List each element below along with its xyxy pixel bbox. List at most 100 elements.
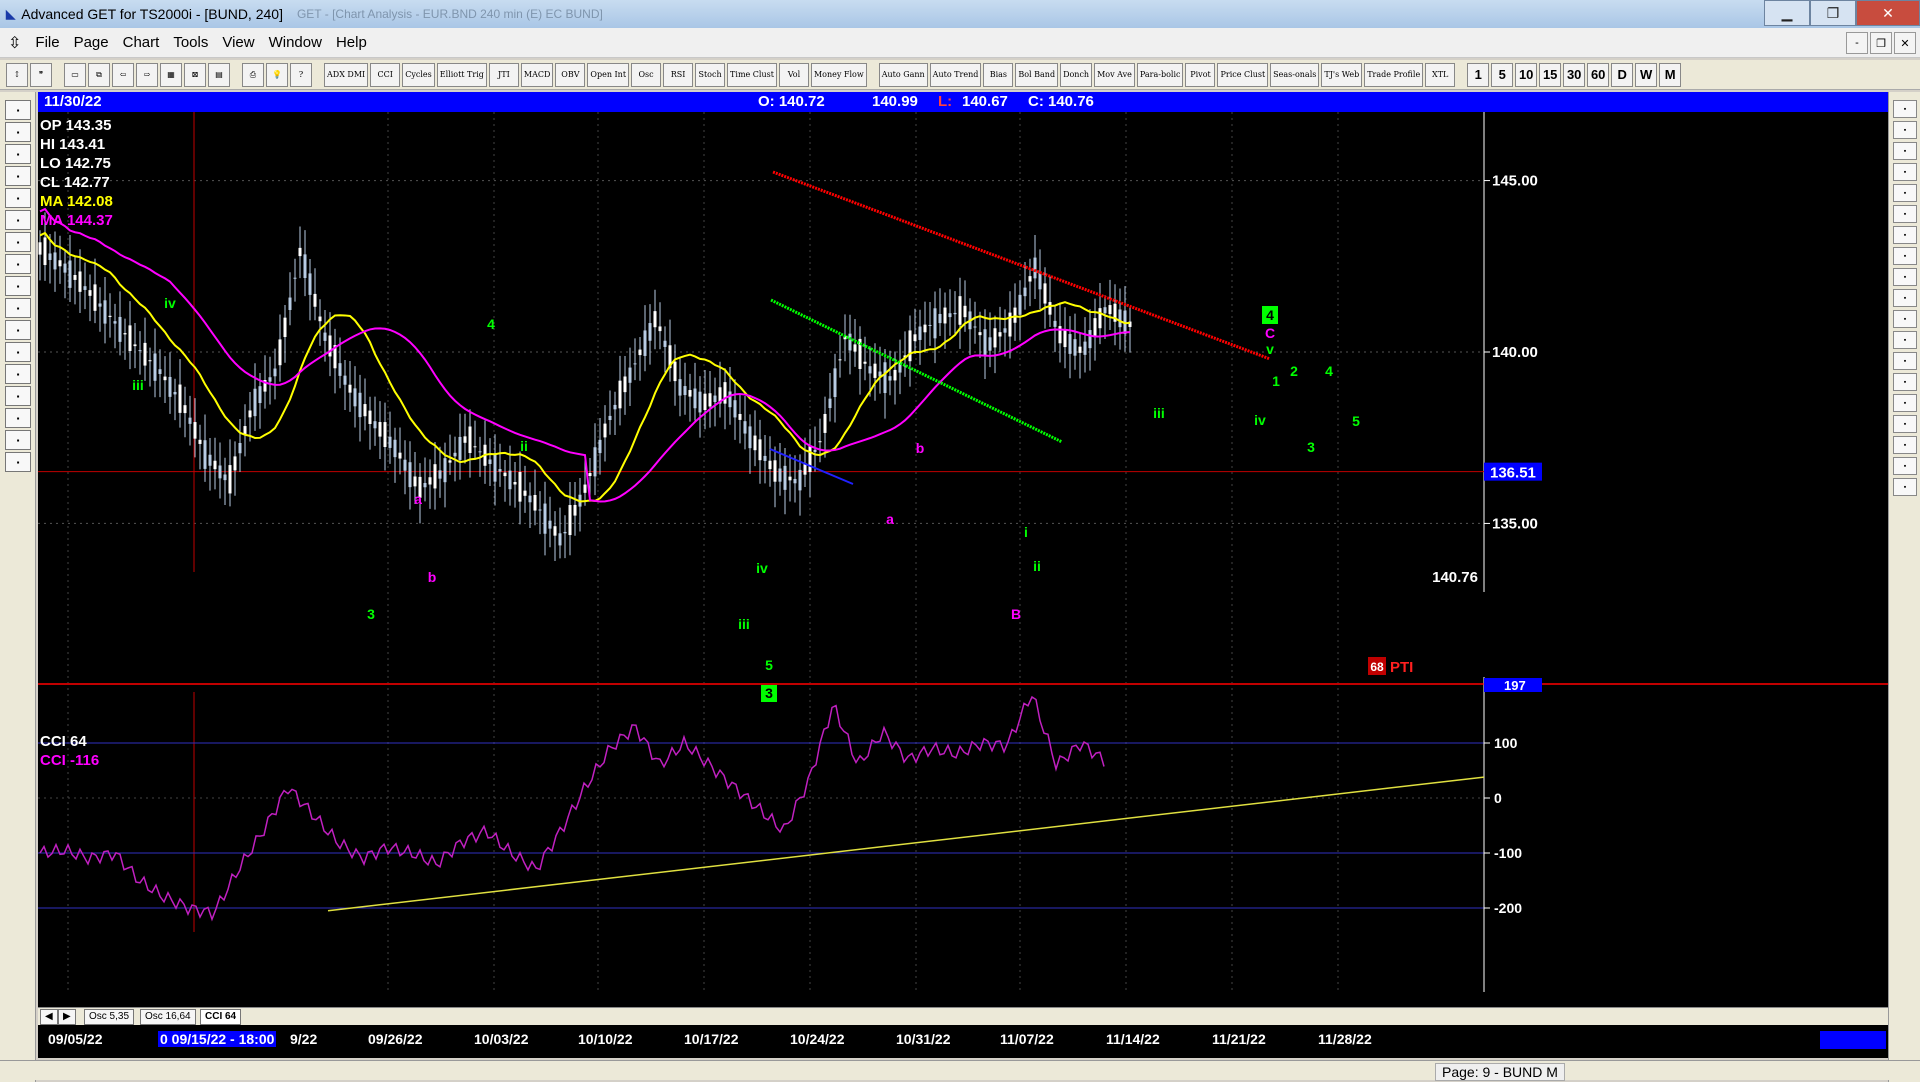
bulb-icon[interactable]: 💡	[266, 62, 288, 87]
study-rsi-button[interactable]: RSI	[663, 62, 694, 87]
layout-icon[interactable]: ▤	[208, 62, 230, 87]
period-30-button[interactable]: 30	[1563, 62, 1586, 87]
right-icon[interactable]: ▪	[5, 276, 31, 296]
fib-time-icon[interactable]: ▪	[1893, 205, 1917, 223]
pencil-icon[interactable]: ▪	[1893, 121, 1917, 139]
tab-osc-16-64[interactable]: Osc 16,64	[140, 1009, 196, 1025]
price-chart[interactable]: 145.00140.00135.00136.51140.76iviii4iiab…	[38, 112, 1888, 1058]
undo-icon[interactable]: ▪	[1893, 478, 1917, 496]
tab-scroll-left[interactable]: ◀	[40, 1009, 58, 1025]
crosshair-icon[interactable]: ▪	[1893, 100, 1917, 118]
new-icon[interactable]: ▭	[64, 62, 86, 87]
menu-chart[interactable]: Chart	[123, 34, 160, 51]
study-icon[interactable]: ▪	[5, 166, 31, 186]
maximize-button[interactable]: ❐	[1810, 0, 1856, 26]
period-d-button[interactable]: D	[1611, 62, 1634, 87]
circle-icon[interactable]: ▪	[1893, 226, 1917, 244]
ruler-icon[interactable]: ▪	[1893, 457, 1917, 475]
reset-icon[interactable]: ▪	[5, 144, 31, 164]
study-osc-button[interactable]: Osc	[631, 62, 662, 87]
pti-icon[interactable]: ▪	[1893, 331, 1917, 349]
period-15-button[interactable]: 15	[1539, 62, 1562, 87]
tool-mov-ave-button[interactable]: Mov Ave	[1094, 62, 1135, 87]
open-icon[interactable]: ▪	[5, 100, 31, 120]
delete-icon[interactable]: ⊠	[184, 62, 206, 87]
print-icon[interactable]: ▪	[5, 452, 31, 472]
menu-icon[interactable]: ⇳	[8, 33, 21, 53]
mdi-minimize-button[interactable]: -	[1846, 32, 1868, 54]
study-open-int-button[interactable]: Open Int	[587, 62, 630, 87]
menu-view[interactable]: View	[222, 34, 254, 51]
auto-icon[interactable]: ▪	[5, 122, 31, 142]
channel-icon[interactable]: ▪	[1893, 310, 1917, 328]
study-cci-button[interactable]: CCI	[370, 62, 401, 87]
mob-icon[interactable]: ▪	[1893, 373, 1917, 391]
down-icon[interactable]: ▪	[5, 232, 31, 252]
period-10-button[interactable]: 10	[1515, 62, 1538, 87]
period-w-button[interactable]: W	[1635, 62, 1658, 87]
grid-icon[interactable]: ▪	[5, 342, 31, 362]
period-1-button[interactable]: 1	[1467, 62, 1490, 87]
period-m-button[interactable]: M	[1659, 62, 1682, 87]
tool-donch-button[interactable]: Donch	[1060, 62, 1093, 87]
study-elliott-trig-button[interactable]: Elliott Trig	[436, 62, 487, 87]
copy-icon[interactable]: ⧉	[88, 62, 110, 87]
crosshair-icon[interactable]: ▪	[5, 430, 31, 450]
mdi-restore-button[interactable]: ❐	[1870, 32, 1892, 54]
study-adx-dmi-button[interactable]: ADX DMI	[324, 62, 369, 87]
study-obv-button[interactable]: OBV	[555, 62, 586, 87]
study-macd-button[interactable]: MACD	[520, 62, 554, 87]
quote-tool[interactable]: ❞	[30, 62, 52, 87]
tool-tj-s-web-button[interactable]: TJ's Web	[1321, 62, 1363, 87]
tool-bias-button[interactable]: Bias	[983, 62, 1014, 87]
period-60-button[interactable]: 60	[1587, 62, 1610, 87]
study-time-clust-button[interactable]: Time Clust	[727, 62, 777, 87]
fib-icon[interactable]: ▪	[5, 408, 31, 428]
tool-pivot-button[interactable]: Pivot	[1185, 62, 1216, 87]
print-icon[interactable]: ⎙	[242, 62, 264, 87]
up-icon[interactable]: ▪	[5, 210, 31, 230]
tool-bol-band-button[interactable]: Bol Band	[1015, 62, 1059, 87]
grid-icon[interactable]: ▦	[160, 62, 182, 87]
box-icon[interactable]: ▪	[1893, 268, 1917, 286]
tool-price-clust-button[interactable]: Price Clust	[1217, 62, 1269, 87]
compare-icon[interactable]: ▪	[5, 298, 31, 318]
study-cycles-button[interactable]: Cycles	[402, 62, 435, 87]
tab-osc-5-35[interactable]: Osc 5,35	[84, 1009, 135, 1025]
zoom-icon[interactable]: ▪	[1893, 415, 1917, 433]
study-money-flow-button[interactable]: Money Flow	[810, 62, 867, 87]
back-icon[interactable]: ⇦	[112, 62, 134, 87]
mdi-close-button[interactable]: ✕	[1894, 32, 1916, 54]
left-icon[interactable]: ▪	[5, 254, 31, 274]
compress-icon[interactable]: ▪	[5, 320, 31, 340]
menu-help[interactable]: Help	[336, 34, 367, 51]
tab-scroll-right[interactable]: ▶	[58, 1009, 76, 1025]
tool-trade-profile-button[interactable]: Trade Profile	[1364, 62, 1424, 87]
gann-icon[interactable]: ▪	[5, 386, 31, 406]
close-button[interactable]: ✕	[1856, 0, 1920, 26]
menu-tools[interactable]: Tools	[173, 34, 208, 51]
grid-icon[interactable]: ▪	[1893, 352, 1917, 370]
pointer-tool[interactable]: ↕	[6, 62, 28, 87]
tool-xtl-button[interactable]: XTL	[1425, 62, 1456, 87]
erase-icon[interactable]: ▪	[1893, 436, 1917, 454]
help-icon[interactable]: ?	[290, 62, 312, 87]
study-stoch-button[interactable]: Stoch	[695, 62, 726, 87]
tool-para-bolic-button[interactable]: Para-bolic	[1136, 62, 1184, 87]
date-scroll-block[interactable]	[1820, 1031, 1886, 1049]
menu-page[interactable]: Page	[74, 34, 109, 51]
fan-icon[interactable]: ▪	[1893, 247, 1917, 265]
chart-window[interactable]: 11/30/22 O: 140.72 140.99 L: 140.67 C: 1…	[38, 92, 1888, 1058]
text-icon[interactable]: ▪	[1893, 394, 1917, 412]
fib-ret-icon[interactable]: ▪	[1893, 163, 1917, 181]
study-jti-button[interactable]: JTI	[488, 62, 519, 87]
tool-seas-onals-button[interactable]: Seas-onals	[1270, 62, 1320, 87]
forward-icon[interactable]: ⇨	[136, 62, 158, 87]
fib-ext-icon[interactable]: ▪	[1893, 184, 1917, 202]
tool-auto-trend-button[interactable]: Auto Trend	[929, 62, 982, 87]
lines-icon[interactable]: ▪	[5, 364, 31, 384]
ellipse-icon[interactable]: ▪	[1893, 289, 1917, 307]
elliott-icon[interactable]: ▪	[5, 188, 31, 208]
tool-auto-gann-button[interactable]: Auto Gann	[878, 62, 928, 87]
line-icon[interactable]: ▪	[1893, 142, 1917, 160]
